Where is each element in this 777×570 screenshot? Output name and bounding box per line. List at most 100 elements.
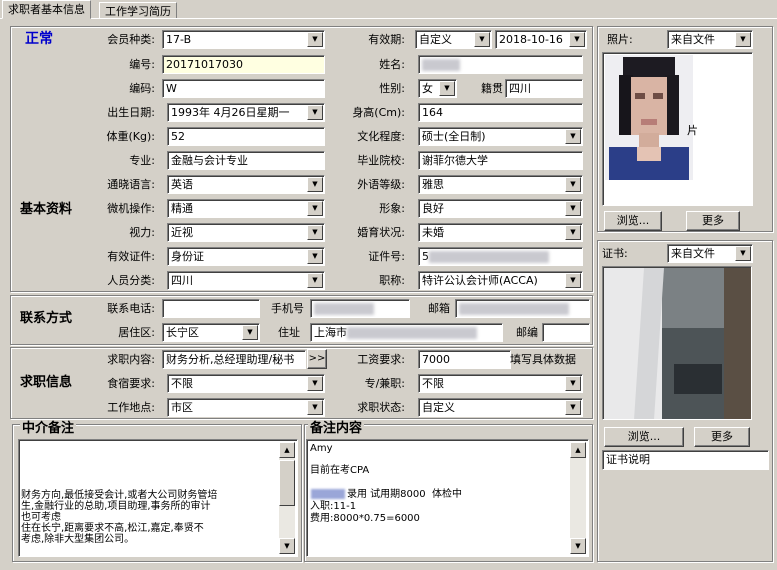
cert-source-select[interactable]: 来自文件 ▼	[667, 244, 753, 263]
postcode-label: 邮编	[516, 326, 538, 339]
district-select[interactable]: 长宁区 ▼	[162, 323, 260, 342]
id-type-select[interactable]: 身份证 ▼	[167, 247, 325, 266]
job-state-select[interactable]: 自定义 ▼	[418, 398, 583, 417]
photo-more-button[interactable]: 更多	[686, 211, 740, 231]
phone-label: 联系电话:	[107, 302, 155, 315]
image-select[interactable]: 良好 ▼	[418, 199, 583, 218]
height-label: 身高(Cm):	[352, 106, 405, 119]
photo-source-select[interactable]: 来自文件 ▼	[667, 30, 753, 49]
address-field[interactable]: 上海市	[310, 323, 503, 342]
chevron-down-icon: ▼	[439, 81, 455, 96]
code-field[interactable]: W	[162, 79, 325, 98]
salary-field[interactable]: 7000	[418, 350, 511, 369]
scroll-up-icon[interactable]: ▲	[570, 442, 586, 458]
scroll-down-icon[interactable]: ▼	[279, 538, 295, 554]
education-select[interactable]: 硕士(全日制) ▼	[418, 127, 583, 146]
computer-select[interactable]: 精通 ▼	[167, 199, 325, 218]
redacted-email	[459, 303, 569, 315]
agency-note-textarea[interactable]: 财务方向,最低接受会计,或者大公司财务管培 生,金融行业的总助,项目助理,事务所…	[18, 439, 298, 557]
foreign-level-label: 外语等级:	[357, 178, 405, 191]
birth-date-picker[interactable]: 1993年 4月26日星期一 ▼	[167, 103, 325, 122]
remark-line: 目前在考CPA	[310, 465, 370, 476]
postcode-field[interactable]	[542, 323, 590, 342]
computer-label: 微机操作:	[107, 202, 155, 215]
chevron-down-icon: ▼	[565, 225, 581, 240]
chevron-down-icon: ▼	[565, 129, 581, 144]
id-type-label: 有效证件:	[107, 250, 155, 263]
height-field[interactable]: 164	[418, 103, 583, 122]
accommodation-select[interactable]: 不限 ▼	[167, 374, 325, 393]
image-label: 形象:	[379, 202, 405, 215]
mobile-field[interactable]	[310, 299, 410, 318]
chevron-down-icon: ▼	[569, 32, 585, 47]
chevron-down-icon: ▼	[474, 32, 490, 47]
weight-label: 体重(Kg):	[106, 130, 156, 143]
tab-basic-info[interactable]: 求职者基本信息	[2, 0, 91, 19]
id-number-field[interactable]: 5	[418, 247, 583, 266]
job-content-expand-button[interactable]: >>	[307, 349, 327, 369]
redacted-mobile	[314, 303, 374, 315]
remark-textarea[interactable]: Amy 目前在考CPA 录用 试用期8000 体检中 入职:11-1 费用:80…	[306, 439, 589, 557]
chevron-down-icon: ▼	[307, 400, 323, 415]
chevron-down-icon: ▼	[307, 249, 323, 264]
id-number-label: 证件号:	[368, 250, 405, 263]
native-label: 籍贯	[481, 82, 503, 95]
chevron-down-icon: ▼	[565, 177, 581, 192]
gender-select[interactable]: 女 ▼	[418, 79, 457, 98]
chevron-down-icon: ▼	[307, 376, 323, 391]
name-field[interactable]	[418, 55, 583, 74]
chevron-down-icon: ▼	[307, 225, 323, 240]
marital-select[interactable]: 未婚 ▼	[418, 223, 583, 242]
scroll-up-icon[interactable]: ▲	[279, 442, 295, 458]
photo-browse-button[interactable]: 浏览...	[604, 211, 662, 231]
school-field[interactable]: 谢菲尔德大学	[418, 151, 583, 170]
cert-frame	[602, 266, 752, 420]
certificate-photo	[604, 268, 751, 419]
scroll-thumb[interactable]	[279, 460, 295, 506]
job-content-field[interactable]: 财务分析,总经理助理/秘书	[162, 350, 306, 369]
language-select[interactable]: 英语 ▼	[167, 175, 325, 194]
scroll-down-icon[interactable]: ▼	[570, 538, 586, 554]
validity-label: 有效期:	[368, 33, 405, 46]
tab-work-history[interactable]: 工作学习简历	[99, 2, 177, 19]
validity-date-picker[interactable]: 2018-10-16 ▼	[495, 30, 587, 49]
mobile-label: 手机号	[271, 302, 304, 315]
cert-more-button[interactable]: 更多	[694, 427, 750, 447]
code-label: 编码:	[129, 82, 155, 95]
agency-note-title: 中介备注	[20, 421, 77, 437]
agency-note-line: 住在长宁,距离要求不高,松江,嘉定,奉贤不	[21, 523, 204, 534]
remark-title: 备注内容	[308, 421, 365, 437]
marital-label: 婚育状况:	[357, 226, 405, 239]
vision-select[interactable]: 近视 ▼	[167, 223, 325, 242]
name-label: 姓名:	[379, 58, 405, 71]
chevron-down-icon: ▼	[307, 105, 323, 120]
cert-browse-button[interactable]: 浏览...	[604, 427, 684, 447]
section-contact: 联系方式	[20, 311, 73, 326]
email-label: 邮箱	[428, 302, 450, 315]
phone-field[interactable]	[162, 299, 260, 318]
email-field[interactable]	[455, 299, 590, 318]
agency-note-line: 考虑,除非大型集团公司。	[21, 534, 135, 545]
category-select[interactable]: 四川 ▼	[167, 271, 325, 290]
weight-field[interactable]: 52	[167, 127, 325, 146]
fulltime-select[interactable]: 不限 ▼	[418, 374, 583, 393]
agency-note-scrollbar[interactable]: ▲ ▼	[279, 442, 295, 554]
salary-hint: 填写具体数据	[510, 353, 576, 366]
fulltime-label: 专/兼职:	[364, 377, 405, 390]
validity-mode-select[interactable]: 自定义 ▼	[415, 30, 492, 49]
job-content-label: 求职内容:	[107, 353, 155, 366]
foreign-level-select[interactable]: 雅思 ▼	[418, 175, 583, 194]
work-location-select[interactable]: 市区 ▼	[167, 398, 325, 417]
title-select[interactable]: 特许公认会计师(ACCA) ▼	[418, 271, 583, 290]
number-field[interactable]: 20171017030	[162, 55, 325, 74]
birth-label: 出生日期:	[107, 106, 155, 119]
redacted-id	[429, 251, 549, 263]
native-field[interactable]: 四川	[505, 79, 583, 98]
title-label: 职称:	[379, 274, 405, 287]
chevron-down-icon: ▼	[307, 177, 323, 192]
redacted-name	[422, 59, 460, 71]
major-field[interactable]: 金融与会计专业	[167, 151, 325, 170]
member-type-select[interactable]: 17-B ▼	[162, 30, 325, 49]
cert-description-field[interactable]: 证书说明	[602, 450, 769, 470]
remark-scrollbar[interactable]: ▲ ▼	[570, 442, 586, 554]
